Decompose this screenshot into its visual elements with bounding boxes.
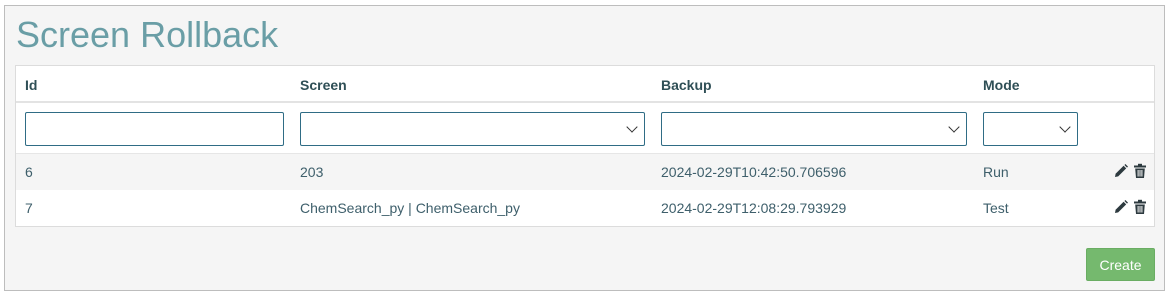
page-title: Screen Rollback xyxy=(16,14,279,55)
cell-id: 7 xyxy=(25,200,33,216)
rollback-panel: Screen Rollback Id Screen Backup Mode 6 … xyxy=(4,5,1165,291)
column-header-mode[interactable]: Mode xyxy=(983,77,1020,93)
screen-filter-select[interactable] xyxy=(300,112,645,146)
cell-screen: 203 xyxy=(300,164,324,180)
cell-id: 6 xyxy=(25,164,33,180)
create-button[interactable]: Create xyxy=(1086,248,1155,281)
trash-icon[interactable] xyxy=(1132,163,1148,179)
table-row[interactable]: 6 203 2024-02-29T10:42:50.706596 Run xyxy=(16,154,1154,190)
cell-mode: Test xyxy=(983,200,1009,216)
filter-row xyxy=(16,103,1154,154)
rollback-table: Id Screen Backup Mode 6 203 2024-02-29T1… xyxy=(15,65,1155,227)
mode-filter-select[interactable] xyxy=(983,112,1078,146)
cell-screen: ChemSearch_py | ChemSearch_py xyxy=(300,200,520,216)
trash-icon[interactable] xyxy=(1132,199,1148,215)
chevron-down-icon xyxy=(948,121,960,133)
chevron-down-icon xyxy=(1059,121,1071,133)
column-header-screen[interactable]: Screen xyxy=(300,77,347,93)
pencil-icon[interactable] xyxy=(1113,163,1129,179)
table-row[interactable]: 7 ChemSearch_py | ChemSearch_py 2024-02-… xyxy=(16,190,1154,226)
table-header: Id Screen Backup Mode xyxy=(16,66,1154,103)
column-header-id[interactable]: Id xyxy=(25,77,37,93)
cell-backup: 2024-02-29T12:08:29.793929 xyxy=(661,200,847,216)
id-filter-input[interactable] xyxy=(25,112,284,146)
cell-mode: Run xyxy=(983,164,1009,180)
backup-filter-select[interactable] xyxy=(661,112,967,146)
cell-backup: 2024-02-29T10:42:50.706596 xyxy=(661,164,847,180)
pencil-icon[interactable] xyxy=(1113,199,1129,215)
chevron-down-icon xyxy=(626,121,638,133)
column-header-backup[interactable]: Backup xyxy=(661,77,712,93)
